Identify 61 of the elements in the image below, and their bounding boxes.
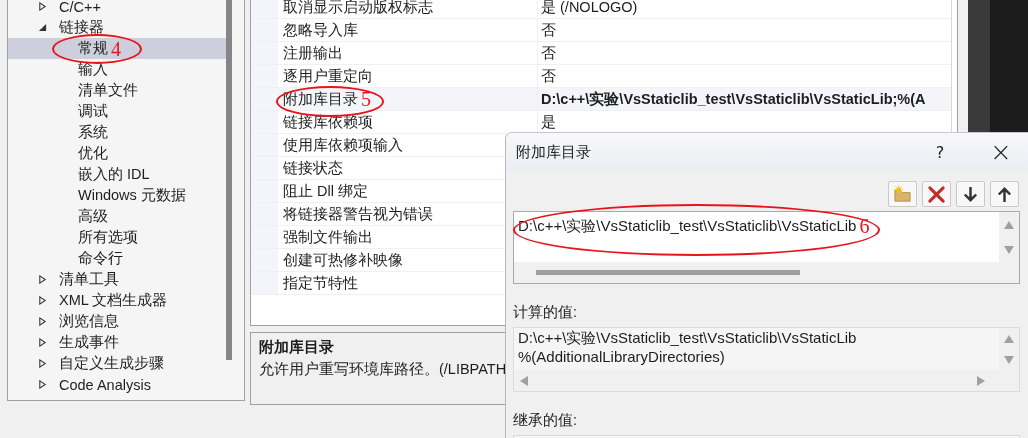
toolbar-button[interactable] — [990, 181, 1019, 207]
scrollbar-thumb[interactable] — [536, 270, 800, 275]
tree-item[interactable]: XML 文档生成器 — [8, 290, 230, 311]
collapsed-icon[interactable] — [38, 275, 47, 284]
tree-item[interactable]: 嵌入的 IDL — [8, 164, 230, 185]
property-name[interactable]: 使用库依赖项输入 — [283, 135, 403, 155]
tree-item[interactable]: 清单文件 — [8, 80, 230, 101]
scrollbar[interactable] — [226, 0, 232, 360]
property-name[interactable]: 逐用户重定向 — [283, 66, 373, 86]
property-name[interactable]: 阻止 Dll 绑定 — [283, 181, 368, 201]
property-name[interactable]: 注册输出 — [283, 43, 343, 63]
help-button[interactable]: ? — [930, 137, 950, 167]
computed-value-line: %(AdditionalLibraryDirectories) — [518, 347, 726, 366]
property-value[interactable]: D:\c++\实验\VsStaticlib_test\VsStaticlib\VsStaticLib;%(A — [537, 88, 951, 110]
collapsed-icon[interactable] — [38, 380, 47, 389]
list-entry[interactable]: D:\c++\实验\VsStaticlib_test\VsStaticlib\VsStaticLib — [518, 217, 857, 234]
collapsed-icon[interactable] — [38, 2, 47, 11]
collapsed-icon[interactable] — [38, 359, 47, 368]
property-name[interactable]: 取消显示启动版权标志 — [283, 0, 433, 17]
annotation-number: 4 — [111, 37, 121, 60]
toolbar-button[interactable] — [956, 181, 985, 207]
annotation-number: 6 — [859, 214, 870, 237]
tree-item[interactable]: 高级 — [8, 206, 230, 227]
computed-label: 计算的值: — [513, 303, 579, 322]
property-name[interactable]: 附加库目录 — [283, 89, 358, 109]
property-name[interactable]: 创建可热修补映像 — [283, 250, 403, 270]
property-name[interactable]: 链接状态 — [283, 158, 343, 178]
description-text: 允许用户重写环境库路径。(/LIBPATH — [259, 360, 507, 379]
property-name[interactable]: 将链接器警告视为错误 — [283, 204, 433, 224]
property-name[interactable]: 忽略导入库 — [283, 20, 358, 40]
arrow-down-icon — [961, 184, 980, 204]
collapsed-icon[interactable] — [38, 317, 47, 326]
collapsed-icon[interactable] — [38, 338, 47, 347]
property-name[interactable]: 链接库依赖项 — [283, 112, 373, 132]
description-title: 附加库目录 — [259, 338, 334, 357]
tree-item[interactable]: Windows 元数据 — [8, 185, 230, 206]
dialog-title: 附加库目录 — [516, 142, 592, 162]
tree-item[interactable]: 链接器 — [8, 17, 230, 38]
tree-item[interactable]: 浏览信息 — [8, 311, 230, 332]
arrow-up-icon — [995, 184, 1014, 204]
tree-item[interactable]: 调试 — [8, 101, 230, 122]
collapsed-icon[interactable] — [38, 296, 47, 305]
annotation-number: 5 — [361, 88, 371, 110]
delete-icon — [927, 184, 946, 204]
property-name[interactable]: 指定节特性 — [283, 273, 358, 293]
inherited-label: 继承的值: — [513, 411, 579, 430]
tree-item[interactable]: 命令行 — [8, 248, 230, 269]
expanded-icon[interactable] — [38, 23, 47, 32]
new-folder-icon — [893, 184, 912, 204]
close-button[interactable]: × — [990, 137, 1010, 167]
tree-item[interactable]: C/C++ — [8, 0, 230, 17]
tree-item[interactable]: 自定义生成步骤 — [8, 353, 230, 374]
tree-item[interactable]: 优化 — [8, 143, 230, 164]
property-name[interactable]: 强制文件输出 — [283, 227, 373, 247]
computed-value-line: D:\c++\实验\VsStaticlib_test\VsStaticlib\VsStaticLib — [518, 328, 858, 347]
toolbar-button[interactable] — [922, 181, 951, 207]
tree-item[interactable]: 所有选项 — [8, 227, 230, 248]
tree-item[interactable]: 生成事件 — [8, 332, 230, 353]
tree-item[interactable]: 清单工具 — [8, 269, 230, 290]
tree-item[interactable]: 系统 — [8, 122, 230, 143]
tree-item[interactable]: Code Analysis — [8, 374, 230, 395]
